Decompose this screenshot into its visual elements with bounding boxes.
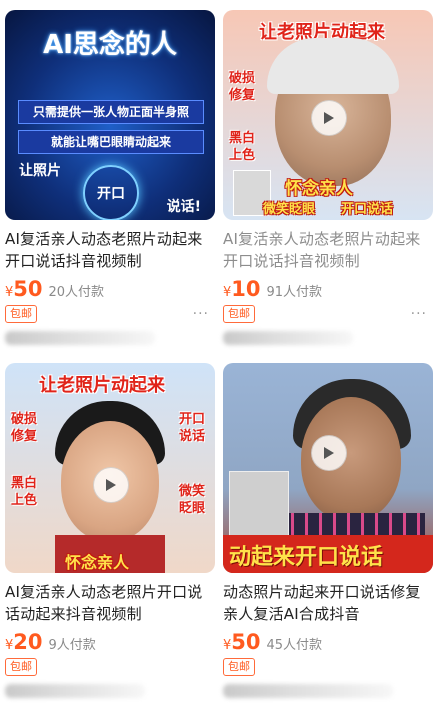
price: ¥10: [223, 277, 261, 301]
play-icon[interactable]: [311, 100, 347, 136]
price: ¥50: [5, 277, 43, 301]
thumb-side-text: 开口说话: [179, 412, 206, 444]
sales-count: 20人付款: [48, 285, 105, 300]
product-title[interactable]: 动态照片动起来开口说话修复亲人复活AI合成抖音: [223, 581, 433, 625]
thumb-banner: 动起来开口说话: [229, 545, 384, 570]
more-options-button[interactable]: ···: [193, 306, 215, 322]
portrait-hair: [267, 38, 399, 94]
shop-name-blurred[interactable]: [223, 684, 393, 698]
sales-count: 45人付款: [266, 638, 323, 653]
thumb-banner: 开口说话: [341, 202, 394, 217]
play-icon[interactable]: [93, 467, 129, 503]
thumb-side-text: 黑白上色: [229, 131, 256, 163]
product-card[interactable]: 让老照片动起来 破损修复 黑白上色 开口说话 微笑眨眼 怀念亲人 AI复活亲人动…: [5, 363, 215, 698]
thumb-headline: AI思念的人: [43, 30, 177, 60]
product-card[interactable]: 动起来开口说话 动态照片动起来开口说话修复亲人复活AI合成抖音 ¥50 45人付…: [223, 363, 433, 698]
product-card[interactable]: AI思念的人 只需提供一张人物正面半身照 就能让嘴巴眼睛动起来 让照片 开口 说…: [5, 10, 215, 345]
thumb-headline: 让老照片动起来: [39, 375, 165, 396]
price: ¥20: [5, 630, 43, 654]
thumb-banner: 怀念亲人: [285, 179, 353, 199]
price: ¥50: [223, 630, 261, 654]
thumb-side-text: 破损修复: [11, 412, 38, 444]
thumb-banner: 怀念亲人: [65, 553, 130, 572]
thumb-banner: 微笑眨眼: [263, 202, 316, 217]
product-title[interactable]: AI复活亲人动态老照片动起来开口说话抖音视频制: [223, 228, 433, 272]
thumb-side-text: 破损修复: [229, 71, 256, 103]
price-value: 10: [231, 277, 261, 301]
product-title[interactable]: AI复活亲人动态老照片开口说话动起来抖音视频制: [5, 581, 215, 625]
free-shipping-badge: 包邮: [5, 658, 37, 676]
shop-name-blurred[interactable]: [223, 331, 353, 345]
thumb-side-text: 黑白上色: [11, 476, 38, 508]
shop-name-blurred[interactable]: [5, 684, 145, 698]
product-thumbnail[interactable]: 让老照片动起来 破损修复 黑白上色 怀念亲人 微笑眨眼 开口说话: [223, 10, 433, 220]
free-shipping-badge: 包邮: [223, 658, 255, 676]
thumb-text: 让照片: [19, 163, 61, 179]
product-thumbnail[interactable]: 动起来开口说话: [223, 363, 433, 573]
more-options-button[interactable]: ···: [411, 306, 433, 322]
free-shipping-badge: 包邮: [223, 305, 255, 323]
thumb-caption: 只需提供一张人物正面半身照: [18, 100, 204, 124]
play-icon[interactable]: [311, 435, 347, 471]
product-thumbnail[interactable]: 让老照片动起来 破损修复 黑白上色 开口说话 微笑眨眼 怀念亲人: [5, 363, 215, 573]
price-value: 20: [13, 630, 43, 654]
product-grid: AI思念的人 只需提供一张人物正面半身照 就能让嘴巴眼睛动起来 让照片 开口 说…: [0, 0, 436, 706]
thumb-ring-text: 开口: [83, 165, 139, 220]
thumb-text: 说话!: [166, 199, 201, 215]
sales-count: 9人付款: [48, 638, 96, 653]
free-shipping-badge: 包邮: [5, 305, 37, 323]
price-value: 50: [13, 277, 43, 301]
product-card[interactable]: 让老照片动起来 破损修复 黑白上色 怀念亲人 微笑眨眼 开口说话 AI复活亲人动…: [223, 10, 433, 345]
thumb-side-text: 微笑眨眼: [179, 484, 206, 516]
shop-name-blurred[interactable]: [5, 331, 155, 345]
product-thumbnail[interactable]: AI思念的人 只需提供一张人物正面半身照 就能让嘴巴眼睛动起来 让照片 开口 说…: [5, 10, 215, 220]
price-value: 50: [231, 630, 261, 654]
sales-count: 91人付款: [266, 285, 323, 300]
product-title[interactable]: AI复活亲人动态老照片动起来开口说话抖音视频制: [5, 228, 215, 272]
old-photo-inset: [229, 471, 289, 539]
thumb-caption: 就能让嘴巴眼睛动起来: [18, 130, 204, 154]
